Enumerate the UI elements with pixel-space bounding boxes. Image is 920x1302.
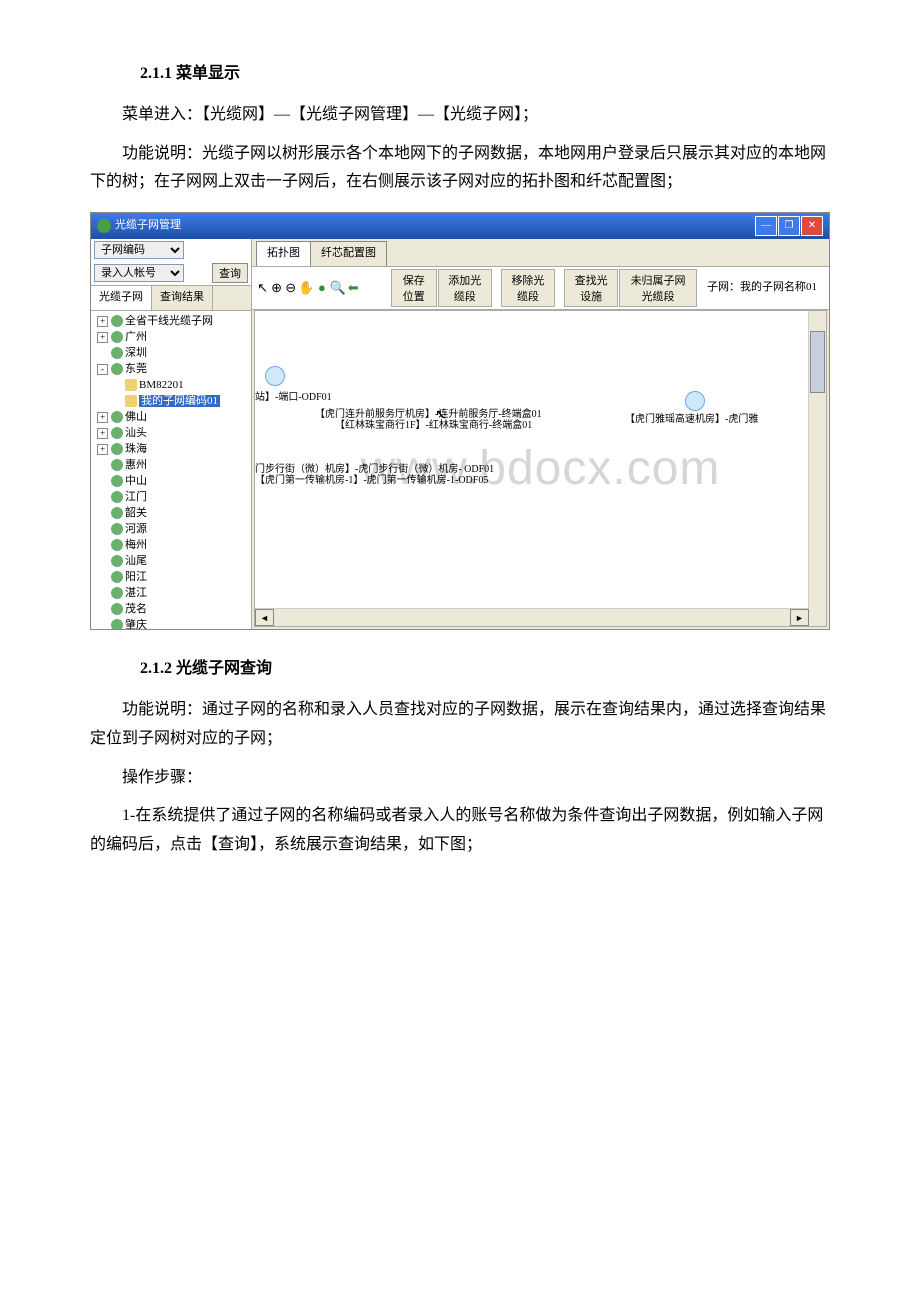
hand-icon[interactable]: ✋ <box>298 279 314 297</box>
zoom-in-icon[interactable]: ⊕ <box>270 279 283 297</box>
scroll-left-icon[interactable]: ◄ <box>255 609 274 626</box>
paragraph: 功能说明：光缆子网以树形展示各个本地网下的子网数据，本地网用户登录后只展示其对应… <box>90 140 830 198</box>
right-tabs: 拓扑图 纤芯配置图 <box>252 239 829 266</box>
horizontal-scrollbar[interactable]: ◄ ► <box>255 608 809 626</box>
app-icon <box>97 219 111 233</box>
pointer-icon[interactable]: ↖ <box>256 279 269 297</box>
tree-node[interactable]: 湛江 <box>91 585 251 601</box>
titlebar: 光缆子网管理 — ❐ ✕ <box>91 213 829 239</box>
query-button[interactable]: 查询 <box>212 263 248 283</box>
app-window: 光缆子网管理 — ❐ ✕ 子网编码 录入人帐号 查询 光缆子网 查询结果 +全省… <box>90 212 830 630</box>
tree-node[interactable]: +珠海 <box>91 441 251 457</box>
zoom-out-icon[interactable]: ⊖ <box>284 279 297 297</box>
paragraph: 菜单进入：【光缆网】—【光缆子网管理】—【光缆子网】； <box>90 101 830 130</box>
filter-user-select[interactable]: 录入人帐号 <box>94 264 184 282</box>
tree-node[interactable]: 肇庆 <box>91 617 251 629</box>
subnet-name-label: 子网：我的子网名称01 <box>699 276 825 300</box>
filter-type-select[interactable]: 子网编码 <box>94 241 184 259</box>
tree-node[interactable]: 江门 <box>91 489 251 505</box>
remove-segment-button[interactable]: 移除光缆段 <box>501 269 555 307</box>
paragraph: 功能说明：通过子网的名称和录入人员查找对应的子网数据，展示在查询结果内，通过选择… <box>90 696 830 754</box>
tree-node[interactable]: 梅州 <box>91 537 251 553</box>
node-label: 站】-端口-ODF01 <box>255 389 332 407</box>
left-tabs: 光缆子网 查询结果 <box>91 285 251 311</box>
node-label: 【虎门第一传输机房-1】-虎门第一传输机房-1-ODF05 <box>255 472 488 490</box>
topology-node[interactable] <box>265 366 285 386</box>
topology-canvas[interactable]: www.bdocx.com 站】-端口-ODF01 【虎门连升前服务厅机房】-连… <box>254 310 827 627</box>
tab-query-result[interactable]: 查询结果 <box>152 286 213 310</box>
cursor-icon: ↖ <box>435 403 447 428</box>
window-title: 光缆子网管理 <box>115 216 181 236</box>
section-heading: 2.1.1 菜单显示 <box>140 60 830 89</box>
close-button[interactable]: ✕ <box>801 216 823 236</box>
tab-topology[interactable]: 拓扑图 <box>256 241 311 266</box>
paragraph: 1-在系统提供了通过子网的名称编码或者录入人的账号名称做为条件查询出子网数据，例… <box>90 802 830 860</box>
section-heading: 2.1.2 光缆子网查询 <box>140 655 830 684</box>
maximize-button[interactable]: ❐ <box>778 216 800 236</box>
tab-fiber-config[interactable]: 纤芯配置图 <box>310 241 387 266</box>
tree-node[interactable]: 韶关 <box>91 505 251 521</box>
save-location-button[interactable]: 保存位置 <box>391 269 437 307</box>
scroll-corner <box>809 609 826 626</box>
tree-node[interactable]: 深圳 <box>91 345 251 361</box>
right-panel: 拓扑图 纤芯配置图 ↖ ⊕ ⊖ ✋ ● 🔍 ⬅ 保存位置 添加光缆段 移除光缆段… <box>252 239 829 629</box>
globe-icon[interactable]: ● <box>315 279 328 297</box>
tree-node[interactable]: 河源 <box>91 521 251 537</box>
tree-node[interactable]: +汕头 <box>91 425 251 441</box>
tree-node-selected[interactable]: 我的子网编码01 <box>91 393 251 409</box>
tree-node[interactable]: +佛山 <box>91 409 251 425</box>
tree-node[interactable]: 中山 <box>91 473 251 489</box>
tree-node[interactable]: 阳江 <box>91 569 251 585</box>
left-panel: 子网编码 录入人帐号 查询 光缆子网 查询结果 +全省干线光缆子网 +广州 深圳… <box>91 239 252 629</box>
tree-node[interactable]: +广州 <box>91 329 251 345</box>
node-label: 【红林珠宝商行1F】-红林珠宝商行-终端盒01 <box>335 417 532 435</box>
toolbar: ↖ ⊕ ⊖ ✋ ● 🔍 ⬅ 保存位置 添加光缆段 移除光缆段 查找光设施 未归属… <box>252 266 829 310</box>
magnifier-icon[interactable]: 🔍 <box>330 279 346 297</box>
subnet-tree[interactable]: +全省干线光缆子网 +广州 深圳 -东莞 BM82201 我的子网编码01 +佛… <box>91 311 251 629</box>
topology-node[interactable] <box>685 391 705 411</box>
find-device-button[interactable]: 查找光设施 <box>564 269 618 307</box>
tree-node[interactable]: +全省干线光缆子网 <box>91 313 251 329</box>
tab-cable-subnet[interactable]: 光缆子网 <box>91 286 152 310</box>
tree-node[interactable]: 惠州 <box>91 457 251 473</box>
add-segment-button[interactable]: 添加光缆段 <box>438 269 492 307</box>
paragraph: 操作步骤： <box>90 764 830 793</box>
tree-node[interactable]: -东莞 <box>91 361 251 377</box>
vertical-scrollbar[interactable] <box>808 311 826 609</box>
tree-node[interactable]: BM82201 <box>91 377 251 393</box>
tree-node[interactable]: 茂名 <box>91 601 251 617</box>
scroll-right-icon[interactable]: ► <box>790 609 809 626</box>
back-icon[interactable]: ⬅ <box>347 279 360 297</box>
minimize-button[interactable]: — <box>755 216 777 236</box>
tree-node[interactable]: 汕尾 <box>91 553 251 569</box>
node-label: 【虎门雅瑶高速机房】-虎门雅 <box>625 411 758 429</box>
uncat-segment-button[interactable]: 未归属子网光缆段 <box>619 269 697 307</box>
